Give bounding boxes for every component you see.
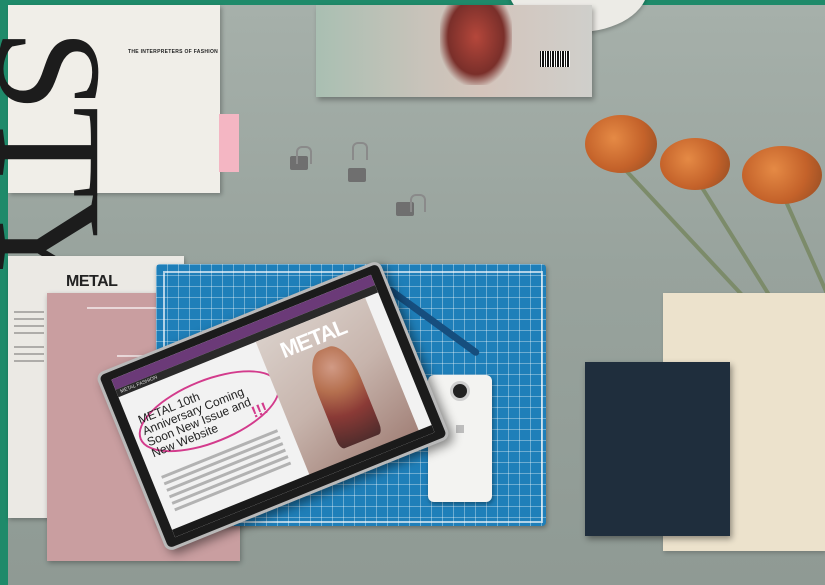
fashion-magazine: STY THE INTERPRETERS OF FASHION bbox=[0, 5, 220, 294]
binder-clip-wire bbox=[352, 142, 368, 160]
binder-clip-wire bbox=[296, 146, 312, 164]
celosia-flower bbox=[660, 138, 730, 190]
barcode bbox=[540, 51, 570, 67]
magazine-letters: STY bbox=[0, 29, 132, 295]
phone-logo bbox=[456, 425, 464, 433]
celosia-flower bbox=[742, 146, 822, 204]
phone-camera bbox=[450, 381, 470, 401]
magazine-tagline: THE INTERPRETERS OF FASHION bbox=[128, 49, 219, 55]
hero-model bbox=[302, 340, 384, 450]
flyer-brand: METAL bbox=[66, 273, 118, 290]
pink-bookmark bbox=[219, 114, 239, 172]
book-cover-figure bbox=[440, 5, 512, 85]
navy-notebook bbox=[585, 362, 730, 536]
celosia-flower bbox=[585, 115, 657, 173]
binder-clip-wire bbox=[410, 194, 426, 212]
binder-clip bbox=[348, 168, 366, 182]
photo-scene: STY THE INTERPRETERS OF FASHION METAL ME… bbox=[0, 0, 825, 585]
